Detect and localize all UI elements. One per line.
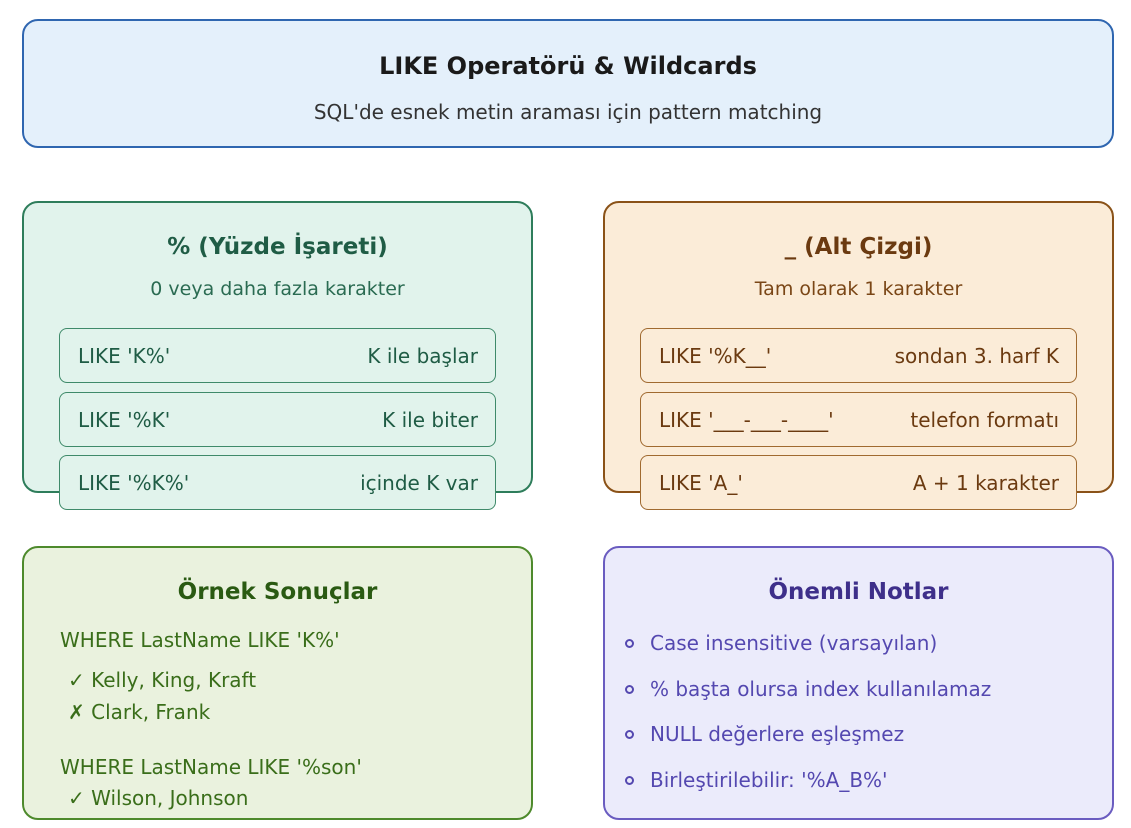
notes-title: Önemli Notlar: [768, 579, 949, 605]
note-text: NULL değerlere eşleşmez: [650, 722, 905, 746]
bullet-circle-icon: [625, 639, 634, 648]
page-title: LIKE Operatörü & Wildcards: [379, 52, 757, 80]
pattern-code: LIKE 'A_': [659, 471, 743, 495]
important-notes-panel: Önemli Notlar Case insensitive (varsayıl…: [603, 546, 1114, 820]
percent-example-row: LIKE '%K%' içinde K var: [59, 455, 496, 510]
note-text: Birleştirilebilir: '%A_B%': [650, 768, 888, 792]
underscore-example-row: LIKE '___-___-____' telefon formatı: [640, 392, 1077, 447]
underscore-example-row: LIKE 'A_' A + 1 karakter: [640, 455, 1077, 510]
pattern-code: LIKE 'K%': [78, 344, 171, 368]
underscore-subtitle: Tam olarak 1 karakter: [754, 278, 963, 300]
pattern-code: LIKE '%K': [78, 408, 171, 432]
example-nonmatch: ✗ Clark, Frank: [68, 700, 211, 724]
note-text: % başta olursa index kullanılamaz: [650, 677, 992, 701]
example-results-panel: Örnek Sonuçlar WHERE LastName LIKE 'K%' …: [22, 546, 533, 820]
bullet-circle-icon: [625, 730, 634, 739]
pattern-description: A + 1 karakter: [912, 471, 1059, 495]
note-text: Case insensitive (varsayılan): [650, 631, 938, 655]
bullet-circle-icon: [625, 776, 634, 785]
percent-subtitle: 0 veya daha fazla karakter: [150, 278, 405, 300]
example-match: ✓ Kelly, King, Kraft: [68, 668, 257, 692]
bullet-circle-icon: [625, 685, 634, 694]
pattern-description: K ile biter: [382, 408, 478, 432]
percent-example-row: LIKE 'K%' K ile başlar: [59, 328, 496, 383]
pattern-code: LIKE '%K__': [659, 344, 772, 368]
percent-example-row: LIKE '%K' K ile biter: [59, 392, 496, 447]
header-panel: LIKE Operatörü & Wildcards SQL'de esnek …: [22, 19, 1114, 148]
underscore-title: _ (Alt Çizgi): [784, 234, 933, 260]
percent-title: % (Yüzde İşareti): [167, 234, 388, 260]
pattern-description: K ile başlar: [367, 344, 478, 368]
pattern-description: içinde K var: [360, 471, 478, 495]
page-subtitle: SQL'de esnek metin araması için pattern …: [313, 100, 823, 124]
pattern-description: sondan 3. harf K: [894, 344, 1059, 368]
example-query: WHERE LastName LIKE '%son': [60, 755, 362, 779]
pattern-code: LIKE '___-___-____': [659, 408, 834, 432]
example-match: ✓ Wilson, Johnson: [68, 786, 249, 810]
examples-title: Örnek Sonuçlar: [177, 579, 378, 605]
example-query: WHERE LastName LIKE 'K%': [60, 628, 340, 652]
pattern-description: telefon formatı: [910, 408, 1059, 432]
underscore-example-row: LIKE '%K__' sondan 3. harf K: [640, 328, 1077, 383]
pattern-code: LIKE '%K%': [78, 471, 190, 495]
